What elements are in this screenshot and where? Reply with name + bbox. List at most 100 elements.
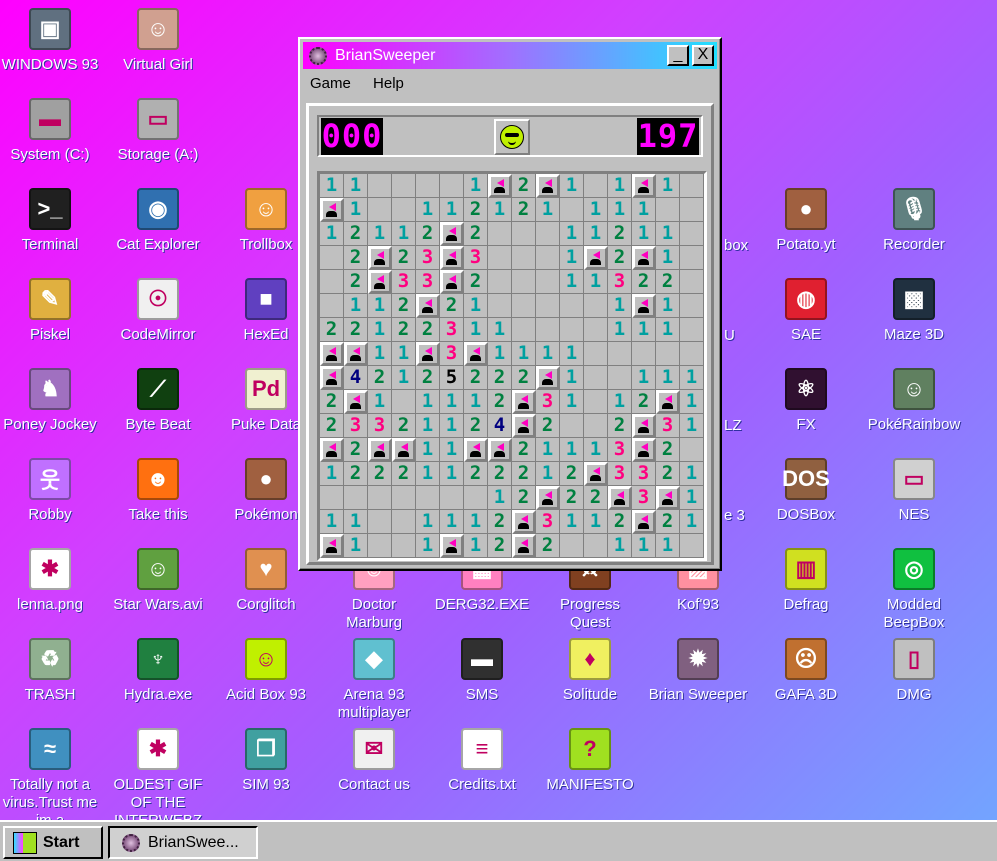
number-cell[interactable]: 1 bbox=[320, 510, 344, 534]
number-cell[interactable]: 2 bbox=[344, 270, 368, 294]
empty-cell[interactable] bbox=[584, 342, 608, 366]
empty-cell[interactable] bbox=[488, 222, 512, 246]
number-cell[interactable]: 2 bbox=[512, 174, 536, 198]
number-cell[interactable]: 1 bbox=[680, 414, 704, 438]
flagged-cell[interactable] bbox=[344, 342, 368, 366]
number-cell[interactable]: 1 bbox=[680, 462, 704, 486]
title-bar[interactable]: BrianSweeper _ X bbox=[303, 42, 717, 69]
empty-cell[interactable] bbox=[560, 414, 584, 438]
desktop-icon-dmg[interactable]: ▯ DMG bbox=[862, 638, 966, 704]
flagged-cell[interactable] bbox=[632, 174, 656, 198]
number-cell[interactable]: 3 bbox=[392, 270, 416, 294]
number-cell[interactable]: 2 bbox=[344, 222, 368, 246]
empty-cell[interactable] bbox=[560, 534, 584, 558]
minimize-button[interactable]: _ bbox=[667, 45, 689, 66]
number-cell[interactable]: 1 bbox=[632, 222, 656, 246]
empty-cell[interactable] bbox=[560, 294, 584, 318]
flagged-cell[interactable] bbox=[440, 246, 464, 270]
number-cell[interactable]: 5 bbox=[440, 366, 464, 390]
empty-cell[interactable] bbox=[680, 222, 704, 246]
flagged-cell[interactable] bbox=[656, 390, 680, 414]
desktop-icon-nes[interactable]: ▭ NES bbox=[862, 458, 966, 524]
number-cell[interactable]: 3 bbox=[608, 438, 632, 462]
empty-cell[interactable] bbox=[536, 294, 560, 318]
empty-cell[interactable] bbox=[680, 342, 704, 366]
number-cell[interactable]: 1 bbox=[656, 246, 680, 270]
number-cell[interactable]: 2 bbox=[512, 462, 536, 486]
desktop-icon-storage-a-[interactable]: ▭ Storage (A:) bbox=[106, 98, 210, 164]
empty-cell[interactable] bbox=[368, 198, 392, 222]
flagged-cell[interactable] bbox=[632, 246, 656, 270]
number-cell[interactable]: 2 bbox=[320, 318, 344, 342]
number-cell[interactable]: 2 bbox=[632, 270, 656, 294]
number-cell[interactable]: 1 bbox=[344, 198, 368, 222]
number-cell[interactable]: 4 bbox=[488, 414, 512, 438]
number-cell[interactable]: 2 bbox=[512, 198, 536, 222]
empty-cell[interactable] bbox=[464, 486, 488, 510]
flagged-cell[interactable] bbox=[320, 438, 344, 462]
empty-cell[interactable] bbox=[368, 174, 392, 198]
empty-cell[interactable] bbox=[584, 534, 608, 558]
partial-icon-label[interactable]: LZ bbox=[724, 417, 742, 434]
number-cell[interactable]: 1 bbox=[344, 174, 368, 198]
flagged-cell[interactable] bbox=[416, 294, 440, 318]
number-cell[interactable]: 1 bbox=[440, 438, 464, 462]
number-cell[interactable]: 1 bbox=[608, 174, 632, 198]
number-cell[interactable]: 1 bbox=[392, 222, 416, 246]
empty-cell[interactable] bbox=[608, 342, 632, 366]
empty-cell[interactable] bbox=[368, 534, 392, 558]
number-cell[interactable]: 2 bbox=[560, 486, 584, 510]
flagged-cell[interactable] bbox=[512, 534, 536, 558]
number-cell[interactable]: 2 bbox=[320, 414, 344, 438]
empty-cell[interactable] bbox=[392, 390, 416, 414]
number-cell[interactable]: 1 bbox=[560, 174, 584, 198]
number-cell[interactable]: 1 bbox=[656, 534, 680, 558]
number-cell[interactable]: 2 bbox=[392, 414, 416, 438]
number-cell[interactable]: 2 bbox=[392, 318, 416, 342]
number-cell[interactable]: 3 bbox=[656, 414, 680, 438]
number-cell[interactable]: 1 bbox=[440, 198, 464, 222]
number-cell[interactable]: 1 bbox=[416, 390, 440, 414]
number-cell[interactable]: 1 bbox=[536, 198, 560, 222]
number-cell[interactable]: 1 bbox=[440, 510, 464, 534]
number-cell[interactable]: 1 bbox=[608, 534, 632, 558]
desktop-icon-fx[interactable]: ⚛ FX bbox=[754, 368, 858, 434]
number-cell[interactable]: 1 bbox=[488, 318, 512, 342]
number-cell[interactable]: 2 bbox=[464, 222, 488, 246]
empty-cell[interactable] bbox=[416, 486, 440, 510]
number-cell[interactable]: 1 bbox=[584, 510, 608, 534]
flagged-cell[interactable] bbox=[440, 534, 464, 558]
empty-cell[interactable] bbox=[320, 246, 344, 270]
number-cell[interactable]: 1 bbox=[416, 414, 440, 438]
empty-cell[interactable] bbox=[536, 222, 560, 246]
empty-cell[interactable] bbox=[584, 366, 608, 390]
empty-cell[interactable] bbox=[536, 246, 560, 270]
number-cell[interactable]: 1 bbox=[536, 438, 560, 462]
flagged-cell[interactable] bbox=[320, 534, 344, 558]
desktop-icon-cat-explorer[interactable]: ◉ Cat Explorer bbox=[106, 188, 210, 254]
desktop-icon-sae[interactable]: ◍ SAE bbox=[754, 278, 858, 344]
number-cell[interactable]: 4 bbox=[344, 366, 368, 390]
empty-cell[interactable] bbox=[392, 174, 416, 198]
number-cell[interactable]: 3 bbox=[632, 486, 656, 510]
empty-cell[interactable] bbox=[320, 486, 344, 510]
number-cell[interactable]: 1 bbox=[416, 462, 440, 486]
flagged-cell[interactable] bbox=[632, 294, 656, 318]
number-cell[interactable]: 1 bbox=[608, 390, 632, 414]
number-cell[interactable]: 2 bbox=[512, 486, 536, 510]
empty-cell[interactable] bbox=[680, 246, 704, 270]
number-cell[interactable]: 1 bbox=[416, 438, 440, 462]
desktop-icon-potato-yt[interactable]: ● Potato.yt bbox=[754, 188, 858, 254]
number-cell[interactable]: 1 bbox=[416, 510, 440, 534]
number-cell[interactable]: 3 bbox=[608, 270, 632, 294]
flagged-cell[interactable] bbox=[464, 438, 488, 462]
number-cell[interactable]: 1 bbox=[560, 246, 584, 270]
number-cell[interactable]: 1 bbox=[488, 342, 512, 366]
number-cell[interactable]: 1 bbox=[608, 318, 632, 342]
number-cell[interactable]: 1 bbox=[464, 510, 488, 534]
desktop-icon-dosbox[interactable]: DOS DOSBox bbox=[754, 458, 858, 524]
number-cell[interactable]: 1 bbox=[344, 534, 368, 558]
empty-cell[interactable] bbox=[512, 270, 536, 294]
desktop-icon-sms[interactable]: ▬ SMS bbox=[430, 638, 534, 704]
flagged-cell[interactable] bbox=[368, 246, 392, 270]
